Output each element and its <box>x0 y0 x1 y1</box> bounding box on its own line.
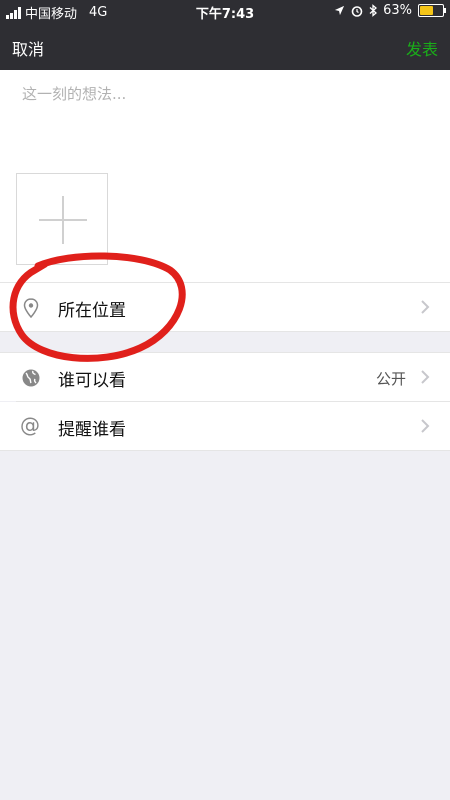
bluetooth-icon <box>369 4 378 17</box>
divider <box>0 331 450 332</box>
mention-label: 提醒谁看 <box>58 420 126 440</box>
mention-row[interactable]: @ 提醒谁看 <box>0 402 450 450</box>
battery-icon <box>418 4 446 17</box>
battery-fill <box>420 6 433 15</box>
at-icon: @ <box>20 413 40 437</box>
publish-button[interactable]: 发表 <box>406 36 438 60</box>
visibility-label: 谁可以看 <box>58 371 126 391</box>
visibility-row[interactable]: 谁可以看 公开 <box>0 353 450 401</box>
divider <box>0 450 450 451</box>
compose-area <box>0 70 450 282</box>
location-label: 所在位置 <box>58 301 126 321</box>
status-right: 63% <box>334 3 446 18</box>
status-bar: 中国移动 4G 下午7:43 63% <box>0 0 450 22</box>
globe-icon <box>22 369 40 387</box>
chevron-right-icon <box>421 370 430 384</box>
alarm-icon <box>351 5 363 17</box>
add-photo-button[interactable] <box>16 173 108 265</box>
nav-bar: 取消 发表 <box>0 22 450 70</box>
chevron-right-icon <box>421 300 430 314</box>
location-arrow-icon <box>335 5 345 16</box>
location-pin-icon <box>23 298 39 319</box>
thought-input[interactable] <box>20 84 424 104</box>
cancel-button[interactable]: 取消 <box>12 36 44 60</box>
location-row[interactable]: 所在位置 <box>0 283 450 331</box>
battery-percent: 63% <box>383 3 412 18</box>
chevron-right-icon <box>421 419 430 433</box>
visibility-value: 公开 <box>375 370 406 388</box>
